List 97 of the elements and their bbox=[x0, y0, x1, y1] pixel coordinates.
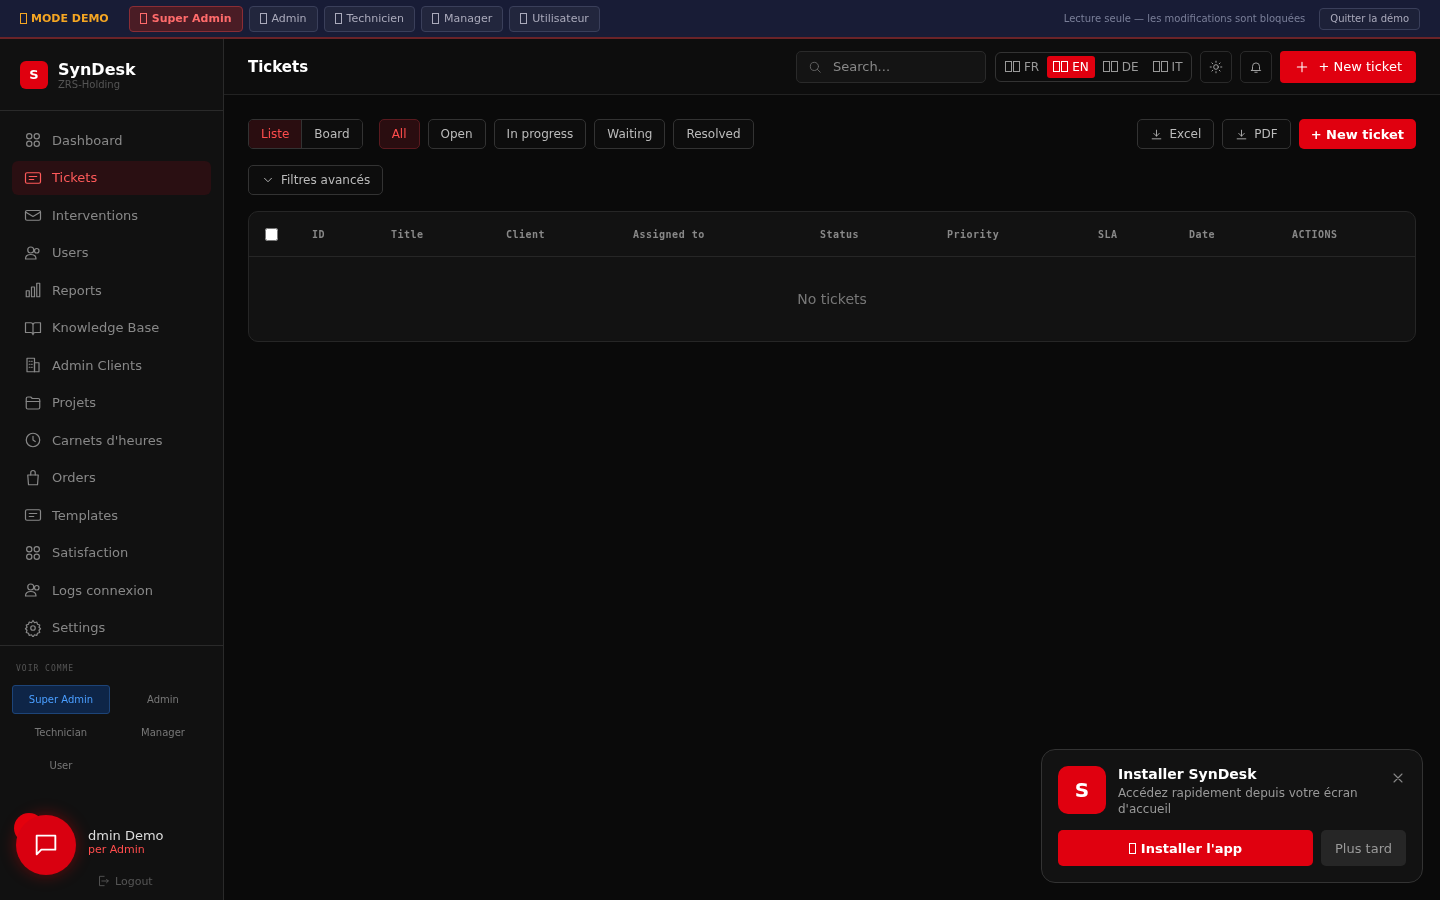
download-icon bbox=[1235, 127, 1249, 141]
bar-chart-icon bbox=[24, 281, 42, 299]
sidebar-item[interactable]: Users bbox=[12, 235, 211, 270]
status-filter-button[interactable]: All bbox=[378, 119, 420, 149]
view-as-role-button[interactable]: User bbox=[12, 751, 110, 780]
search-field[interactable]: Search... bbox=[795, 50, 986, 83]
sidebar-item[interactable]: Tickets bbox=[12, 160, 211, 195]
app-logo: S bbox=[20, 60, 48, 89]
sidebar-item[interactable]: Carnets d'heures bbox=[12, 423, 211, 457]
column-header: Date bbox=[1189, 228, 1217, 240]
grid-icon bbox=[24, 543, 42, 562]
page-title: Tickets bbox=[248, 57, 310, 76]
language-button[interactable]: DE bbox=[1096, 55, 1145, 78]
sidebar-item[interactable]: Orders bbox=[12, 460, 211, 495]
sidebar-item[interactable]: Settings bbox=[12, 610, 211, 645]
section-title: VOIR COMME bbox=[15, 664, 75, 673]
role-button[interactable]: Technicien bbox=[323, 5, 416, 32]
prompt-title: Installer SynDesk bbox=[1118, 766, 1258, 782]
language-button[interactable]: IT bbox=[1146, 55, 1189, 78]
sidebar-item[interactable]: Logs connexion bbox=[12, 573, 211, 607]
later-button[interactable]: Plus tard bbox=[1321, 830, 1406, 866]
column-header: ID bbox=[312, 228, 327, 240]
column-header: Client bbox=[506, 228, 547, 240]
view-as-role-button[interactable]: Super Admin bbox=[12, 685, 110, 714]
sun-icon bbox=[1209, 59, 1224, 74]
sidebar-item[interactable]: Reports bbox=[12, 273, 211, 307]
role-button[interactable]: Super Admin bbox=[128, 5, 243, 32]
read-only-notice: Lecture seule — les modifications sont bloquées bbox=[1063, 13, 1306, 24]
sidebar-item[interactable]: Knowledge Base bbox=[12, 310, 211, 345]
new-ticket-button[interactable]: + New ticket bbox=[1298, 119, 1416, 149]
search-icon bbox=[807, 59, 822, 74]
mode-label: MODE DEMO bbox=[20, 12, 109, 25]
clock-icon bbox=[24, 431, 42, 449]
column-header: Priority bbox=[947, 228, 1001, 240]
sidebar-item[interactable]: Admin Clients bbox=[12, 348, 211, 382]
glyph-box-icon bbox=[20, 13, 27, 24]
glyph-box-icon bbox=[432, 13, 440, 24]
app-logo: S bbox=[1058, 766, 1106, 814]
role-button[interactable]: Admin bbox=[248, 5, 318, 32]
role-button[interactable]: Utilisateur bbox=[509, 5, 600, 32]
role-button[interactable]: Manager bbox=[421, 5, 504, 32]
folder-icon bbox=[24, 393, 42, 412]
language-button[interactable]: FR bbox=[998, 55, 1046, 78]
sidebar-item[interactable]: Projets bbox=[12, 385, 211, 420]
ticket-icon bbox=[24, 506, 42, 524]
status-filter-button[interactable]: Open bbox=[427, 119, 486, 149]
users-icon bbox=[24, 581, 42, 599]
glyph-box-icon bbox=[520, 13, 528, 24]
bell-icon bbox=[1249, 59, 1264, 74]
building-icon bbox=[24, 356, 42, 374]
install-app-button[interactable]: Installer l'app bbox=[1058, 830, 1313, 866]
glyph-box-icon bbox=[139, 13, 147, 24]
sidebar-item[interactable]: Satisfaction bbox=[12, 535, 211, 570]
glyph-box-icon bbox=[334, 13, 342, 24]
view-tab[interactable]: Board bbox=[301, 120, 362, 148]
glyph-box-icon bbox=[1053, 61, 1069, 72]
theme-toggle-button[interactable] bbox=[1200, 50, 1233, 83]
glyph-box-icon bbox=[1004, 61, 1020, 72]
advanced-filters-button[interactable]: Filtres avancés bbox=[248, 165, 384, 195]
column-header: Assigned to bbox=[633, 228, 706, 240]
settings-icon bbox=[24, 618, 42, 637]
status-filter-button[interactable]: Waiting bbox=[594, 119, 666, 149]
user-name: dmin Demo bbox=[88, 828, 164, 843]
empty-message: No tickets bbox=[797, 291, 867, 307]
new-ticket-button[interactable]: + New ticket bbox=[1280, 50, 1416, 83]
sidebar-item[interactable]: Templates bbox=[12, 498, 211, 532]
export-button[interactable]: Excel bbox=[1137, 119, 1215, 149]
column-header: Status bbox=[820, 228, 861, 240]
view-tab[interactable]: Liste bbox=[249, 120, 302, 148]
view-as-role-button[interactable]: Admin bbox=[114, 685, 212, 714]
column-header: ACTIONS bbox=[1292, 228, 1339, 240]
grid-icon bbox=[24, 131, 42, 149]
column-header: Title bbox=[391, 228, 425, 240]
column-header: SLA bbox=[1098, 228, 1119, 240]
status-filter-button[interactable]: Resolved bbox=[673, 119, 754, 149]
download-icon bbox=[1150, 127, 1164, 141]
view-as-role-button[interactable]: Manager bbox=[114, 718, 212, 747]
glyph-box-icon bbox=[1102, 61, 1118, 72]
bag-icon bbox=[24, 468, 42, 487]
app-name: SynDesk bbox=[58, 59, 136, 79]
user-role: per Admin bbox=[88, 843, 145, 856]
select-all-checkbox[interactable] bbox=[265, 227, 278, 241]
language-button[interactable]: EN bbox=[1047, 55, 1095, 78]
view-as-role-button[interactable]: Technician bbox=[12, 718, 110, 747]
glyph-box-icon bbox=[1128, 842, 1136, 854]
status-filter-button[interactable]: In progress bbox=[493, 119, 587, 149]
glyph-box-icon bbox=[1152, 61, 1168, 72]
prompt-description: Accédez rapidement depuis votre écran d'accueil bbox=[1118, 785, 1359, 817]
quit-demo-button[interactable]: Quitter la démo bbox=[1319, 7, 1420, 30]
logout-icon bbox=[96, 874, 110, 888]
notifications-button[interactable] bbox=[1240, 50, 1273, 83]
sidebar-item[interactable]: Interventions bbox=[12, 198, 211, 232]
sidebar-item[interactable]: Dashboard bbox=[12, 123, 211, 157]
company-name: ZRS-Holding bbox=[58, 78, 121, 90]
users-icon bbox=[24, 243, 42, 262]
glyph-box-icon bbox=[259, 13, 267, 24]
export-button[interactable]: PDF bbox=[1222, 119, 1291, 149]
